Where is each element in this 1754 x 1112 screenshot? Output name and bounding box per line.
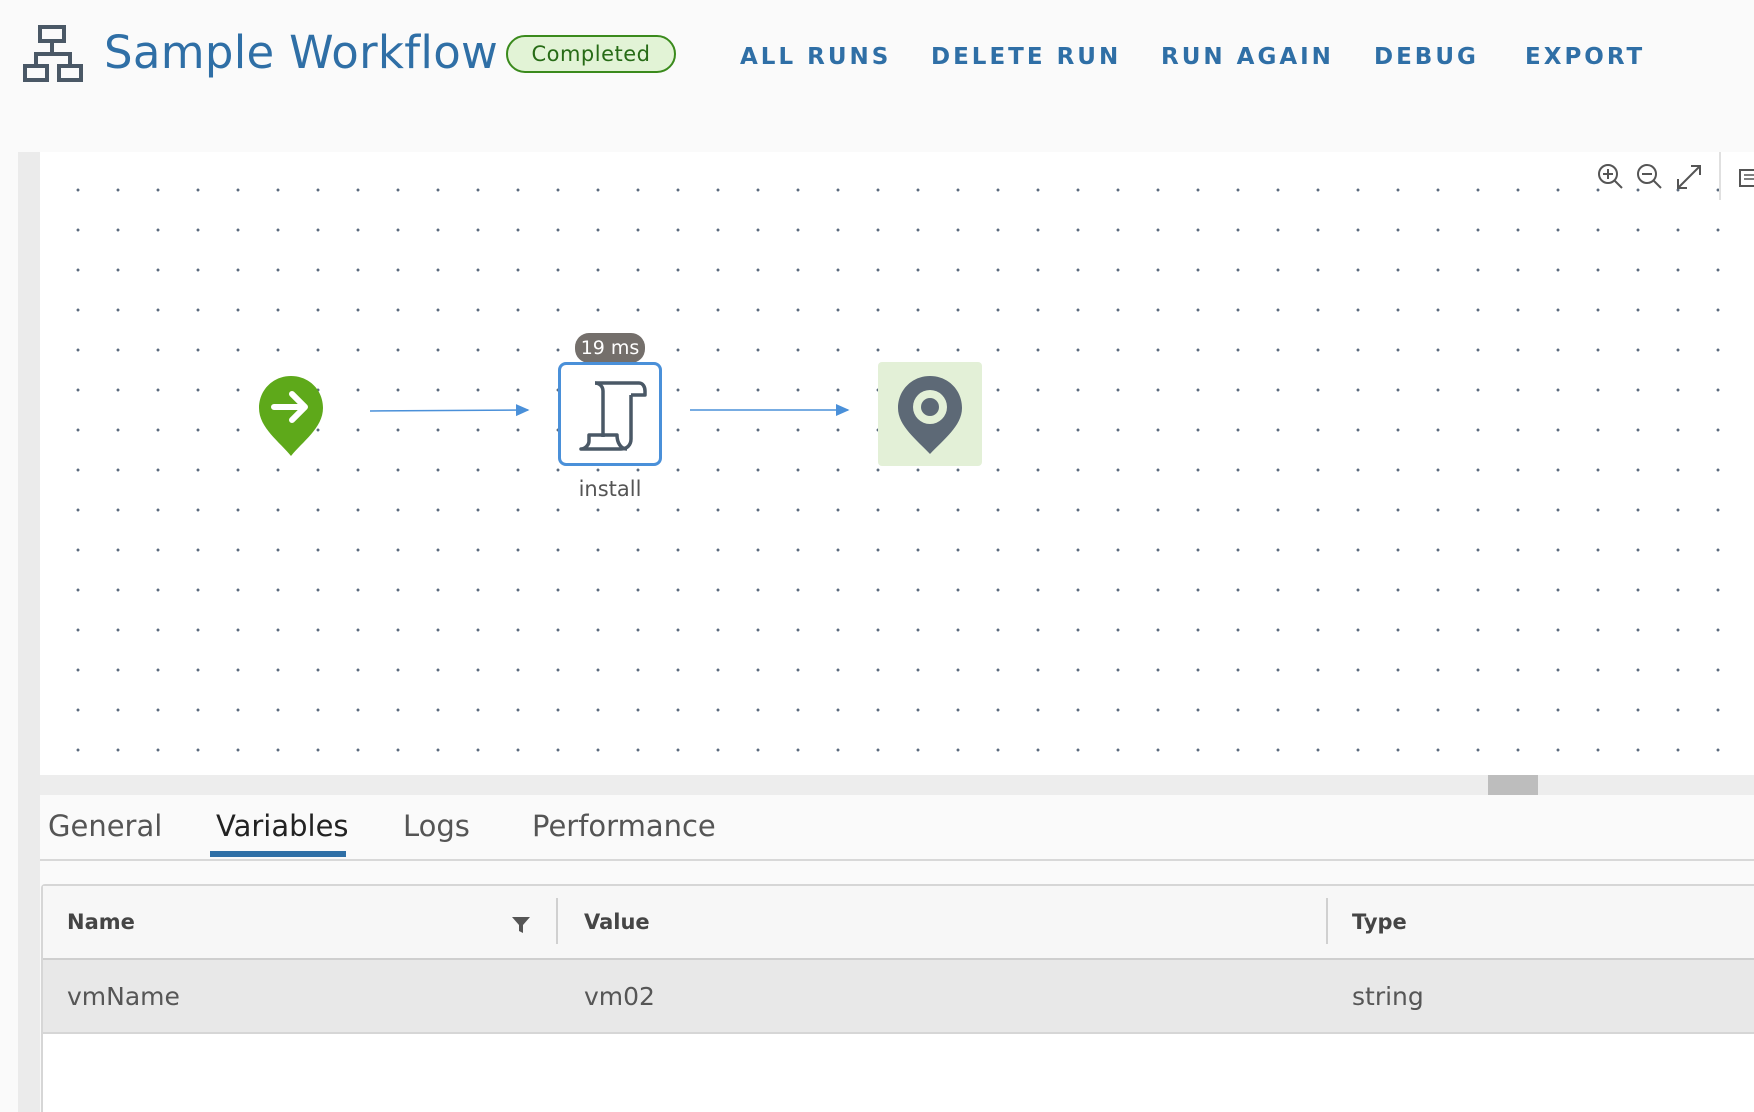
zoom-out-icon[interactable] (1635, 162, 1665, 192)
table-row[interactable]: vmName vm02 string (43, 960, 1754, 1034)
header: Sample Workflow Completed ALL RUNS DELET… (0, 0, 1754, 152)
workflow-canvas[interactable]: 19 ms install (40, 152, 1754, 775)
edge-start-to-install (369, 404, 530, 417)
delete-run-button[interactable]: DELETE RUN (931, 44, 1121, 70)
column-header-type[interactable]: Type (1352, 910, 1407, 934)
tab-general[interactable]: General (48, 809, 162, 843)
minimap-icon[interactable] (1738, 166, 1754, 196)
cell-type: string (1352, 982, 1424, 1011)
page-title: Sample Workflow (104, 26, 499, 79)
column-header-name[interactable]: Name (67, 910, 135, 934)
scrollbar-thumb[interactable] (1488, 775, 1538, 795)
cell-name: vmName (67, 982, 180, 1011)
active-tab-indicator (210, 851, 346, 857)
zoom-in-icon[interactable] (1596, 162, 1626, 192)
column-resize-handle[interactable] (1326, 898, 1328, 944)
workflow-icon (23, 25, 83, 82)
status-badge: Completed (506, 35, 676, 73)
tab-variables[interactable]: Variables (216, 809, 349, 843)
location-pin-icon (898, 376, 962, 454)
toolbar-divider (1719, 152, 1721, 200)
canvas-toolbar (1574, 152, 1754, 202)
task-node-install[interactable] (558, 362, 662, 466)
all-runs-button[interactable]: ALL RUNS (740, 44, 891, 70)
table-header: Name Value Type (43, 886, 1754, 960)
task-duration-badge: 19 ms (575, 333, 645, 363)
cell-value: vm02 (584, 982, 655, 1011)
end-node[interactable] (878, 362, 982, 466)
variables-table: Name Value Type vmName vm02 string (41, 884, 1754, 1112)
tab-logs[interactable]: Logs (403, 809, 470, 843)
debug-button[interactable]: DEBUG (1374, 44, 1479, 70)
task-label: install (578, 477, 642, 501)
run-again-button[interactable]: RUN AGAIN (1161, 44, 1334, 70)
filter-icon[interactable] (511, 916, 531, 934)
export-button[interactable]: EXPORT (1525, 44, 1645, 70)
start-node-icon[interactable] (256, 374, 326, 458)
canvas-horizontal-scrollbar[interactable] (40, 775, 1754, 795)
fit-to-screen-icon[interactable] (1674, 162, 1704, 192)
column-resize-handle[interactable] (556, 898, 558, 944)
left-rail (18, 152, 40, 1112)
details-tabs: General Variables Logs Performance (40, 795, 1754, 861)
column-header-value[interactable]: Value (584, 910, 650, 934)
tab-performance[interactable]: Performance (532, 809, 716, 843)
script-scroll-icon (579, 381, 647, 451)
